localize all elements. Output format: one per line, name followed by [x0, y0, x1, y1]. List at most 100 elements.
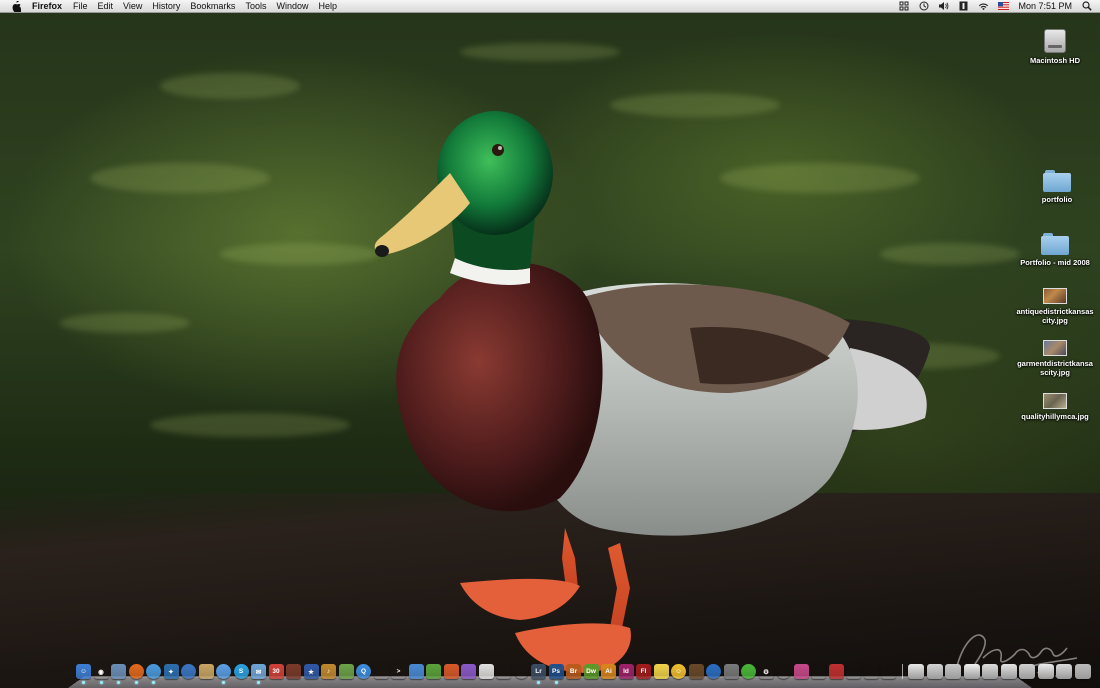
flash-icon[interactable]: Fl	[636, 664, 651, 679]
document-stack-1-icon[interactable]	[963, 664, 980, 679]
mallard-duck-image	[374, 111, 930, 673]
dock-glyph: ♪	[326, 668, 331, 675]
colorsync-icon[interactable]	[793, 664, 809, 679]
aperture-icon[interactable]	[496, 664, 511, 679]
scanner-icon[interactable]	[881, 664, 896, 679]
desktop-icon-portfolio[interactable]: portfolio	[1012, 170, 1100, 204]
firefox-icon[interactable]	[128, 664, 144, 684]
desktop-icon-portfolio-mid-2008[interactable]: Portfolio - mid 2008	[1010, 233, 1100, 267]
photos-icon[interactable]	[864, 664, 879, 679]
frog-icon[interactable]	[741, 664, 756, 679]
dock-glyph: 30	[272, 668, 280, 675]
us-flag-icon[interactable]	[998, 1, 1010, 11]
window-stack-2-icon[interactable]	[945, 664, 961, 679]
trash-icon[interactable]	[1074, 664, 1091, 679]
menu-history[interactable]: History	[147, 0, 185, 13]
desktop-icon-qualityhillymca[interactable]: qualityhillymca.jpg	[1010, 393, 1100, 421]
apple-menu[interactable]	[10, 0, 22, 12]
menu-file[interactable]: File	[68, 0, 93, 13]
document-stack-5-icon[interactable]	[1037, 664, 1054, 679]
dashboard-icon[interactable]: ◉	[94, 664, 109, 684]
menu-clock[interactable]: Mon 7:51 PM	[1018, 1, 1072, 11]
lens-icon[interactable]	[514, 664, 529, 679]
menu-edit[interactable]: Edit	[93, 0, 119, 13]
terminal-icon[interactable]: >	[391, 664, 406, 679]
preview-icon[interactable]	[111, 664, 126, 684]
safari-icon[interactable]	[146, 664, 161, 684]
menu-view[interactable]: View	[118, 0, 147, 13]
notes-icon[interactable]	[198, 664, 214, 679]
desktop-icon-label: Portfolio - mid 2008	[1020, 258, 1090, 267]
dock-glyph: Dw	[586, 668, 596, 675]
garageband-icon[interactable]: ♪	[321, 664, 336, 679]
desktop-icon-label: portfolio	[1041, 195, 1073, 204]
dock-glyph: Q	[360, 668, 367, 675]
network-icon[interactable]: ✦	[163, 664, 179, 679]
skype-icon[interactable]: S	[233, 664, 249, 679]
menu-bookmarks[interactable]: Bookmarks	[185, 0, 240, 13]
bridge-icon[interactable]: Br	[566, 664, 581, 679]
running-indicator	[537, 681, 540, 684]
wifi-icon[interactable]	[978, 1, 989, 11]
calendar-icon[interactable]: 30	[268, 664, 284, 679]
menu-app-name[interactable]: Firefox	[30, 1, 68, 11]
photobooth-icon[interactable]	[286, 664, 301, 679]
wand-icon[interactable]	[688, 664, 704, 679]
ichat-icon[interactable]	[216, 664, 231, 684]
volume-icon[interactable]	[938, 1, 949, 11]
desktop-icon-antiquedistrict[interactable]: antiquedistrictkansascity.jpg	[1010, 288, 1100, 325]
desktop-wallpaper	[0, 13, 1100, 688]
document-stack-6-icon[interactable]	[1056, 664, 1072, 679]
dreamweaver-icon[interactable]: Dw	[583, 664, 599, 679]
textedit-icon[interactable]	[478, 664, 494, 679]
utilities-icon[interactable]	[846, 664, 861, 679]
photoshop-icon[interactable]: Ps	[548, 664, 564, 684]
network-globe-icon[interactable]	[776, 664, 791, 679]
stickies-icon[interactable]	[653, 664, 669, 679]
smiley-icon[interactable]: ☺	[671, 664, 686, 679]
time-machine-icon[interactable]	[918, 1, 929, 11]
plugin-icon[interactable]	[461, 664, 476, 679]
iphoto-icon[interactable]	[338, 664, 354, 679]
menu-window[interactable]: Window	[271, 0, 313, 13]
finder-icon[interactable]: ☺	[76, 664, 91, 684]
imovie-icon[interactable]: ★	[303, 664, 319, 679]
desktop-icon-macintosh-hd[interactable]: Macintosh HD	[1010, 29, 1100, 65]
menu-extras: Mon 7:51 PM	[898, 1, 1100, 11]
marble-icon[interactable]	[706, 664, 721, 679]
illustrator-icon[interactable]: Ai	[601, 664, 616, 679]
automator-icon[interactable]	[828, 664, 844, 679]
menu-help[interactable]: Help	[313, 0, 342, 13]
mail-icon[interactable]: ✉	[251, 664, 266, 684]
document-stack-3-icon[interactable]	[1000, 664, 1017, 679]
dock-glyph: ☺	[80, 668, 87, 675]
indesign-icon[interactable]: Id	[618, 664, 634, 679]
dock-glyph: ☺	[675, 668, 682, 675]
cloud-stack-icon[interactable]	[908, 664, 924, 679]
desktop-icon-garmentdistrict[interactable]: garmentdistrictkansascity.jpg	[1010, 340, 1100, 377]
leaf-icon[interactable]	[426, 664, 441, 679]
running-indicator	[134, 681, 138, 684]
spotlight-icon[interactable]	[1081, 1, 1092, 11]
camera-icon[interactable]	[374, 664, 389, 679]
growl-icon[interactable]	[443, 664, 459, 679]
image-thumbnail-icon	[1043, 393, 1067, 409]
desktop-icon-label: garmentdistrictkansascity.jpg	[1017, 359, 1093, 377]
globe-icon[interactable]	[181, 664, 196, 679]
lightroom-icon[interactable]: Lr	[531, 664, 546, 684]
coda-icon[interactable]	[408, 664, 424, 679]
quicktime-icon[interactable]: Q	[356, 664, 371, 679]
gear-icon[interactable]: ⚙	[759, 664, 774, 679]
dock-glyph: Ps	[552, 668, 560, 675]
utorrent-icon[interactable]	[723, 664, 739, 679]
menu-bar: Firefox File Edit View History Bookmarks…	[0, 0, 1100, 13]
desktop-icon-label: antiquedistrictkansascity.jpg	[1016, 307, 1094, 325]
script-icon[interactable]	[958, 1, 969, 11]
folder-icon	[1041, 233, 1069, 255]
spaces-icon[interactable]	[898, 1, 909, 11]
window-stack-1-icon[interactable]	[926, 664, 943, 679]
document-stack-2-icon[interactable]	[982, 664, 998, 679]
document-stack-4-icon[interactable]	[1019, 664, 1035, 679]
menu-tools[interactable]: Tools	[240, 0, 271, 13]
paint-icon[interactable]	[811, 664, 826, 679]
